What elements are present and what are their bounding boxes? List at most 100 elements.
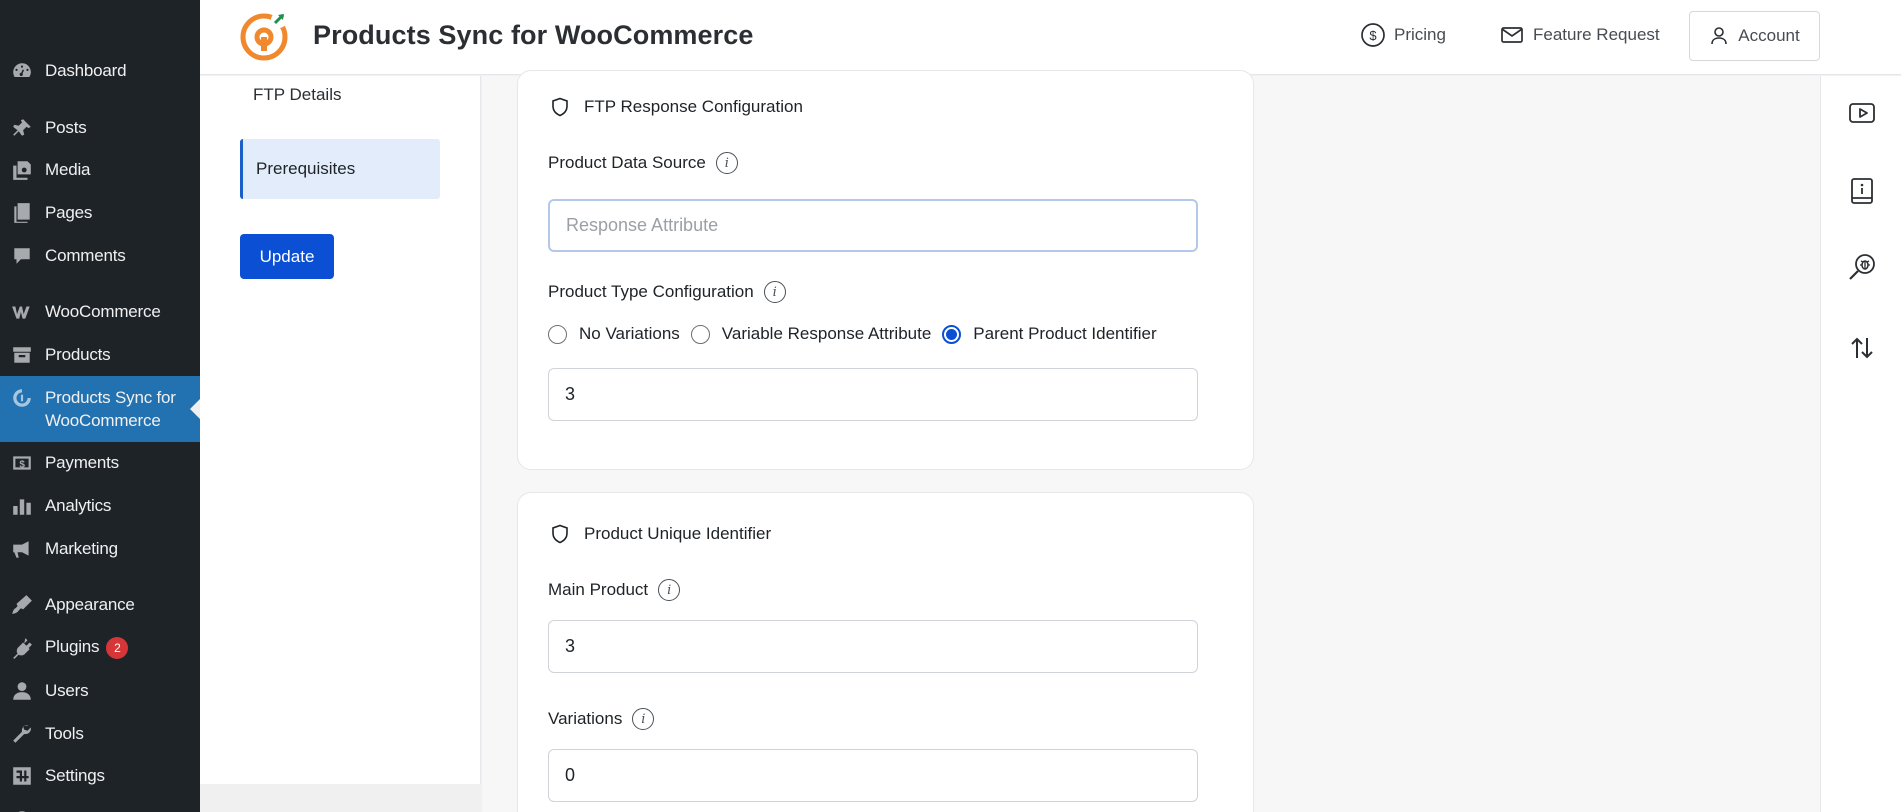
mail-icon xyxy=(1501,27,1523,43)
product-type-radio-group: No Variations Variable Response Attribut… xyxy=(548,324,1168,344)
app-logo xyxy=(240,12,288,61)
info-icon[interactable]: i xyxy=(658,579,681,601)
product-unique-identifier-card: Product Unique Identifier Main Product i… xyxy=(517,492,1254,812)
svg-text:$: $ xyxy=(1369,28,1377,43)
wrench-icon xyxy=(10,722,34,746)
sidebar-item-label: Users xyxy=(45,681,89,700)
plugins-label: Plugins xyxy=(45,637,100,656)
product-data-source-label: Product Data Source i xyxy=(548,152,738,174)
settings-icon xyxy=(10,764,34,788)
dollar-icon: $ xyxy=(10,451,34,475)
sidebar-item-tools[interactable]: Tools xyxy=(0,714,200,754)
app-header: Products Sync for WooCommerce $ Pricing … xyxy=(200,0,1901,75)
product-type-configuration-label-text: Product Type Configuration xyxy=(548,282,754,301)
feature-request-label: Feature Request xyxy=(1533,25,1660,44)
radio-circle-selected[interactable] xyxy=(942,324,962,344)
sidebar-item-label: Appearance xyxy=(45,595,135,614)
sidebar-item-label: Media xyxy=(45,160,91,179)
sidebar-item-label: Dashboard xyxy=(45,61,127,80)
main-product-label: Main Product i xyxy=(548,579,681,601)
media-icon xyxy=(10,158,34,182)
youtube-icon[interactable] xyxy=(1847,98,1877,128)
subnav-prerequisites[interactable]: Prerequisites xyxy=(240,139,440,199)
sidebar-item-woocommerce[interactable]: WooCommerce xyxy=(0,292,200,332)
account-button[interactable]: Account xyxy=(1689,11,1820,61)
sort-arrows-icon[interactable] xyxy=(1847,333,1877,363)
dollar-circle-icon: $ xyxy=(1361,23,1385,47)
sidebar-item-label: Tools xyxy=(45,724,84,743)
user-icon xyxy=(1711,27,1728,45)
variations-input[interactable] xyxy=(548,749,1198,802)
plugins-update-badge: 2 xyxy=(106,637,129,659)
variations-label: Variations i xyxy=(548,708,655,730)
product-data-source-input[interactable] xyxy=(548,199,1198,252)
radio-parent-product-identifier[interactable]: Parent Product Identifier xyxy=(942,324,1157,344)
radio-variable-response-attribute[interactable]: Variable Response Attribute xyxy=(690,324,931,344)
sidebar-item-settings[interactable]: Settings xyxy=(0,756,200,796)
account-label: Account xyxy=(1738,26,1800,45)
radio-circle[interactable] xyxy=(548,324,567,344)
archive-icon xyxy=(10,343,34,367)
feature-request-link[interactable]: Feature Request xyxy=(1499,22,1660,48)
user-icon xyxy=(10,679,34,703)
admin-sidebar: Dashboard Posts Media Pages Comments Woo… xyxy=(0,0,200,812)
sidebar-item-plugins[interactable]: Plugins 2 xyxy=(0,628,200,668)
info-icon[interactable]: i xyxy=(632,708,655,730)
sidebar-item-collapse[interactable] xyxy=(0,800,200,812)
sidebar-item-marketing[interactable]: Marketing xyxy=(0,529,200,569)
radio-circle[interactable] xyxy=(690,324,710,344)
info-icon[interactable]: i xyxy=(715,152,738,174)
subnav-prerequisites-label: Prerequisites xyxy=(256,159,356,178)
svg-text:$: $ xyxy=(19,459,25,470)
sidebar-item-label: Payments xyxy=(45,453,119,472)
radio-label: Parent Product Identifier xyxy=(973,324,1157,343)
subnav-ftp-details[interactable]: FTP Details xyxy=(253,85,342,105)
debug-icon[interactable] xyxy=(1847,252,1877,282)
product-unique-identifier-card-title: Product Unique Identifier xyxy=(584,524,772,543)
sidebar-item-label: Settings xyxy=(45,766,105,785)
documentation-icon[interactable] xyxy=(1847,176,1877,206)
main-product-input[interactable] xyxy=(548,620,1198,673)
main-product-label-text: Main Product xyxy=(548,580,649,599)
settings-subnav: FTP Details Prerequisites Update xyxy=(200,76,481,784)
sidebar-item-media[interactable]: Media xyxy=(0,150,200,190)
brush-icon xyxy=(10,593,34,617)
sidebar-item-payments[interactable]: $ Payments xyxy=(0,443,200,483)
app-title: Products Sync for WooCommerce xyxy=(313,20,754,50)
radio-no-variations[interactable]: No Variations xyxy=(548,324,680,344)
radio-label: No Variations xyxy=(579,324,680,343)
sidebar-item-label: Pages xyxy=(45,203,93,222)
sidebar-item-label: Plugins 2 xyxy=(45,637,129,659)
sidebar-item-analytics[interactable]: Analytics xyxy=(0,486,200,526)
sidebar-item-label: Marketing xyxy=(45,539,118,558)
woocommerce-icon xyxy=(10,300,34,324)
sidebar-item-label: Products Sync for WooCommerce xyxy=(45,388,176,430)
bar-chart-icon xyxy=(10,494,34,518)
plug-icon xyxy=(10,636,34,660)
info-icon[interactable]: i xyxy=(763,281,786,303)
pin-icon xyxy=(10,116,34,140)
main-content: FTP Response Configuration Product Data … xyxy=(482,70,1820,812)
sidebar-item-label: Products xyxy=(45,345,111,364)
sidebar-item-comments[interactable]: Comments xyxy=(0,236,200,276)
update-button[interactable]: Update xyxy=(240,234,334,279)
sidebar-item-appearance[interactable]: Appearance xyxy=(0,585,200,625)
shield-icon xyxy=(552,524,568,544)
parent-product-identifier-input[interactable] xyxy=(548,368,1198,421)
sidebar-item-users[interactable]: Users xyxy=(0,671,200,711)
megaphone-icon xyxy=(10,537,34,561)
sidebar-item-label: Comments xyxy=(45,246,126,265)
product-unique-identifier-card-header: Product Unique Identifier xyxy=(550,524,771,544)
sidebar-item-posts[interactable]: Posts xyxy=(0,108,200,148)
sidebar-item-products-sync[interactable]: Products Sync for WooCommerce xyxy=(0,376,200,442)
ftp-response-card-header: FTP Response Configuration xyxy=(550,97,803,117)
sidebar-item-label: Analytics xyxy=(45,496,112,515)
pricing-link[interactable]: $ Pricing xyxy=(1360,22,1446,48)
pricing-label: Pricing xyxy=(1394,25,1446,44)
product-type-configuration-label: Product Type Configuration i xyxy=(548,281,786,303)
sidebar-item-label: WooCommerce xyxy=(45,302,161,321)
sidebar-item-pages[interactable]: Pages xyxy=(0,193,200,233)
right-rail xyxy=(1820,76,1901,812)
sidebar-item-products[interactable]: Products xyxy=(0,335,200,375)
sidebar-item-dashboard[interactable]: Dashboard xyxy=(0,51,200,91)
